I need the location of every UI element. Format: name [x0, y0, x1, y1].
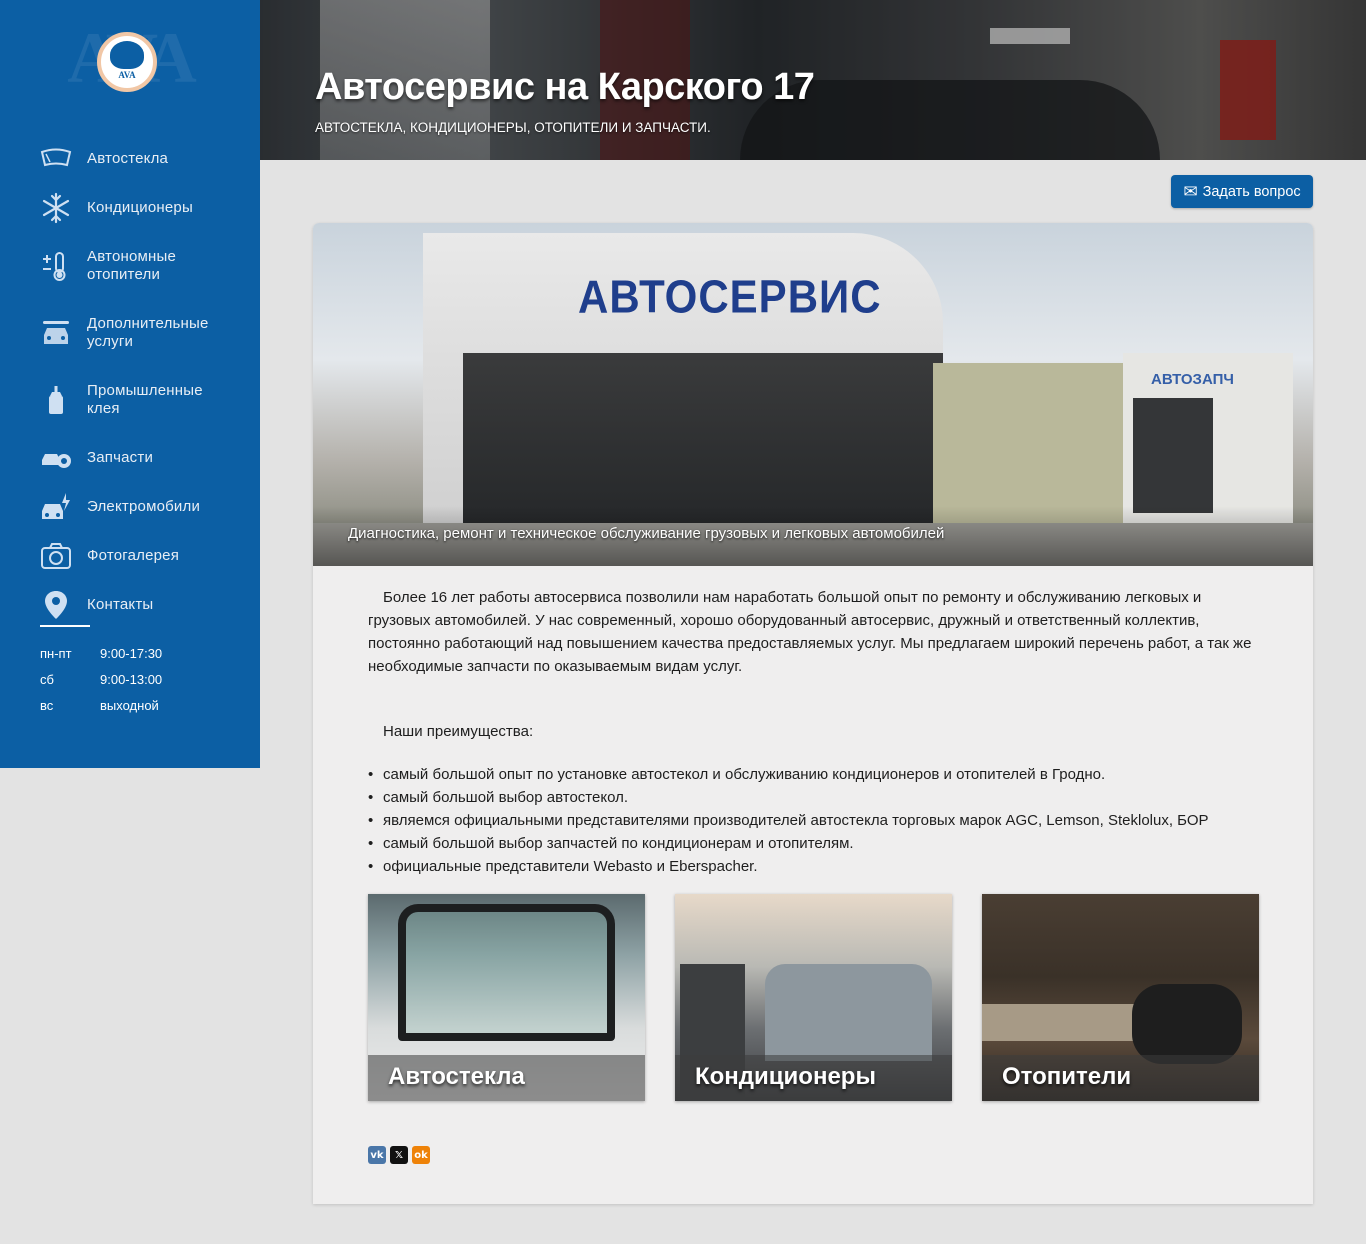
windshield-icon	[40, 143, 72, 175]
hours-row: вс выходной	[40, 692, 240, 718]
hero-caption: Диагностика, ремонт и техническое обслуж…	[348, 525, 945, 542]
nav-label: Кондиционеры	[87, 198, 193, 216]
working-hours: пн-пт 9:00-17:30 сб 9:00-13:00 вс выходн…	[40, 640, 240, 718]
list-item: являемся официальными представителями пр…	[368, 809, 1268, 832]
list-item: самый большой выбор запчастей по кондици…	[368, 832, 1268, 855]
main-nav: Автостекла Кондиционеры Автономные отопи…	[40, 134, 240, 629]
hours-divider	[40, 625, 90, 627]
hours-time: 9:00-17:30	[100, 645, 163, 661]
glue-bottle-icon	[40, 384, 72, 416]
hero-door	[1133, 398, 1213, 513]
map-pin-icon	[40, 589, 72, 621]
tile-autoglass[interactable]: Автостекла	[368, 894, 645, 1101]
nav-item-autoglass[interactable]: Автостекла	[40, 134, 240, 183]
tile-label: Кондиционеры	[695, 1063, 876, 1090]
ask-question-button[interactable]: ✉ Задать вопрос	[1171, 175, 1313, 208]
envelope-icon: ✉	[1183, 182, 1198, 201]
tile-image-windshield	[398, 904, 615, 1041]
hours-time: 9:00-13:00	[100, 671, 163, 687]
vk-share-button[interactable]: vk	[368, 1146, 386, 1164]
logo-text: AVA	[118, 69, 136, 80]
nav-item-gallery[interactable]: Фотогалерея	[40, 531, 240, 580]
content-card: АВТОСЕРВИС АВТОЗАПЧ Диагностика, ремонт …	[313, 223, 1313, 1204]
nav-label: Электромобили	[87, 497, 201, 515]
advantages-title: Наши преимущества:	[383, 723, 534, 740]
car-parts-icon	[40, 442, 72, 474]
page-subtitle: АВТОСТЕКЛА, КОНДИЦИОНЕРЫ, ОТОПИТЕЛИ И ЗА…	[315, 120, 711, 135]
electric-car-icon	[40, 491, 72, 523]
tile-image-heater	[1132, 984, 1242, 1064]
tile-image-car	[765, 964, 932, 1061]
hero-building-2	[933, 363, 1133, 523]
nav-label: Автостекла	[87, 149, 169, 167]
nav-item-extra-services[interactable]: Дополнительные услуги	[40, 299, 240, 366]
nav-item-glue[interactable]: Промышленные клея	[40, 366, 240, 433]
nav-item-parts[interactable]: Запчасти	[40, 433, 240, 482]
sidebar: AVA AVA Автостекла Кондиционеры Автономн…	[0, 0, 260, 768]
thermometer-icon	[40, 250, 72, 282]
page-title: Автосервис на Карского 17	[315, 66, 815, 108]
hero-image: АВТОСЕРВИС АВТОЗАПЧ Диагностика, ремонт …	[313, 223, 1313, 566]
social-share: vk 𝕏 ok	[368, 1146, 430, 1164]
nav-item-contacts[interactable]: Контакты	[40, 580, 240, 629]
list-item: самый большой выбор автостекол.	[368, 786, 1268, 809]
list-item: самый большой опыт по установке автостек…	[368, 763, 1268, 786]
nav-label: Контакты	[87, 595, 154, 613]
hours-day: пн-пт	[40, 645, 72, 661]
hours-row: сб 9:00-13:00	[40, 666, 240, 692]
nav-item-electric-cars[interactable]: Электромобили	[40, 482, 240, 531]
nav-item-heaters[interactable]: Автономные отопители	[40, 232, 240, 299]
logo[interactable]: AVA AVA	[40, 18, 220, 98]
ask-question-label: Задать вопрос	[1202, 183, 1301, 200]
hours-day: вс	[40, 697, 54, 713]
hours-day: сб	[40, 671, 54, 687]
nav-item-conditioners[interactable]: Кондиционеры	[40, 183, 240, 232]
advantages-list: самый большой опыт по установке автостек…	[368, 763, 1268, 878]
nav-label: Фотогалерея	[87, 546, 180, 564]
nav-label: Промышленные клея	[87, 381, 203, 417]
car-wrench-icon	[40, 317, 72, 349]
service-tiles: Автостекла Кондиционеры Отопители	[368, 894, 1259, 1101]
snowflake-icon	[40, 192, 72, 224]
hours-row: пн-пт 9:00-17:30	[40, 640, 240, 666]
tile-label: Отопители	[1002, 1063, 1132, 1090]
list-item: официальные представители Webasto и Eber…	[368, 855, 1268, 878]
page-header: Автосервис на Карского 17 АВТОСТЕКЛА, КО…	[260, 0, 1366, 160]
nav-label: Дополнительные услуги	[87, 314, 209, 350]
hero-sign-2: АВТОЗАПЧ	[1151, 371, 1234, 388]
ok-share-button[interactable]: ok	[412, 1146, 430, 1164]
nav-label: Запчасти	[87, 448, 154, 466]
horse-icon	[110, 40, 144, 69]
intro-paragraph: Более 16 лет работы автосервиса позволил…	[368, 589, 1252, 675]
hero-sign: АВТОСЕРВИС	[578, 270, 882, 323]
tile-conditioners[interactable]: Кондиционеры	[675, 894, 952, 1101]
hero-windows	[463, 353, 943, 523]
hours-time: выходной	[100, 697, 159, 713]
tile-heaters[interactable]: Отопители	[982, 894, 1259, 1101]
x-share-button[interactable]: 𝕏	[390, 1146, 408, 1164]
logo-emblem: AVA	[97, 32, 157, 92]
camera-icon	[40, 540, 72, 572]
tile-label: Автостекла	[388, 1063, 525, 1090]
nav-label: Автономные отопители	[87, 247, 177, 283]
